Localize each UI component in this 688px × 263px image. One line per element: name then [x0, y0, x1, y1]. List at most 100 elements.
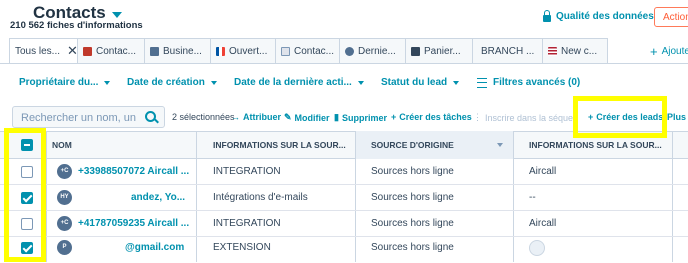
assign-label: Attribuer: [243, 112, 281, 122]
delete-button[interactable]: ▮ Supprimer: [334, 112, 387, 123]
tab-label: Dernie...: [358, 45, 396, 57]
origin-source-cell: Sources hors ligne: [371, 218, 454, 229]
contact-name-link[interactable]: andez, Yo...: [131, 192, 185, 203]
search-icon[interactable]: [145, 111, 156, 122]
edit-button[interactable]: ✎ Modifier: [284, 112, 330, 123]
origin-source-cell: Sources hors ligne: [371, 192, 454, 203]
create-tasks-button[interactable]: + Créer des tâches: [391, 112, 472, 122]
tab-view[interactable]: Busine...: [144, 38, 211, 64]
tab-label: BRANCH ...: [481, 45, 535, 57]
flag-fr-icon: [216, 46, 225, 56]
table-row[interactable]: [0, 237, 688, 263]
filter-lead-status[interactable]: Statut du lead: [381, 77, 460, 88]
chevron-down-icon: [210, 80, 217, 85]
enroll-sequence-label: Inscrire dans la séquence: [485, 112, 575, 123]
filter-label: Date de la dernière acti...: [234, 77, 352, 88]
advanced-filters-label: Filtres avancés (0): [493, 77, 581, 88]
envelope-icon: [281, 46, 290, 56]
empty-avatar-icon: [529, 240, 545, 256]
highlight-create-leads: [573, 96, 667, 138]
source-info-cell: INTEGRATION: [213, 166, 281, 177]
source-info-2-cell: Aircall: [529, 166, 557, 177]
source-info-2-cell: Aircall: [529, 218, 557, 229]
assign-button[interactable]: → Attribuer: [231, 112, 281, 122]
highlight-checkbox-column: [4, 128, 46, 262]
contact-name-link[interactable]: +33988507072 Aircall ...: [78, 166, 189, 177]
view-tabs: Tous les... ✕ Contac... Busine... Ouvert…: [9, 38, 608, 64]
tab-label: Contac...: [294, 45, 335, 57]
contact-name-link[interactable]: @gmail.com: [125, 242, 184, 253]
source-info-cell: Intégrations d'e-mails: [213, 192, 308, 203]
create-tasks-label: Créer des tâches: [399, 112, 472, 122]
filter-owner[interactable]: Propriétaire du...: [19, 77, 111, 88]
filter-sliders-icon: [477, 77, 487, 88]
contact-name-link[interactable]: +41787059235 Aircall ...: [78, 218, 189, 229]
briefcase-icon: [83, 46, 92, 56]
filter-label: Date de création: [127, 77, 205, 88]
selected-count: 2 sélectionnées: [172, 112, 235, 122]
tab-view[interactable]: Dernie...: [339, 38, 406, 64]
more-button[interactable]: Plus: [667, 112, 686, 122]
source-info-cell: INTEGRATION: [213, 218, 281, 229]
avatar: +C: [57, 164, 72, 179]
advanced-filters-button[interactable]: Filtres avancés (0): [477, 77, 580, 88]
trash-icon: ▮: [334, 112, 339, 122]
column-header-name[interactable]: NOM: [52, 131, 72, 159]
tab-all-contacts[interactable]: Tous les... ✕: [9, 38, 78, 64]
add-view-label: Ajoute: [661, 46, 688, 57]
chevron-down-icon[interactable]: [111, 11, 122, 18]
actions-button[interactable]: Action: [654, 7, 688, 27]
column-header-source-info[interactable]: INFORMATIONS SUR LA SOUR...: [213, 131, 346, 159]
chevron-down-icon: [104, 80, 111, 85]
tab-view[interactable]: New c...: [542, 38, 608, 64]
origin-source-cell: Sources hors ligne: [371, 166, 454, 177]
chevron-down-icon: [357, 80, 364, 85]
tab-view[interactable]: Contac...: [275, 38, 340, 64]
briefcase-icon: [150, 46, 159, 56]
enroll-sequence-button[interactable]: ⋮Inscrire dans la séquence: [473, 112, 575, 123]
origin-source-cell: Sources hors ligne: [371, 242, 454, 253]
record-count: 210 562 fiches d'informations: [10, 20, 143, 31]
source-info-2-cell: --: [529, 192, 536, 203]
separator-icon: ⋮: [473, 112, 482, 122]
delete-label: Supprimer: [341, 112, 387, 123]
avatar: P: [57, 240, 72, 255]
tab-view[interactable]: Panier...: [405, 38, 473, 64]
source-info-cell: EXTENSION: [213, 242, 271, 253]
more-label: Plus: [667, 112, 687, 122]
plus-icon: +: [650, 44, 658, 59]
tabs-divider: [0, 63, 688, 64]
filter-label: Propriétaire du...: [19, 77, 99, 88]
avatar: HY: [57, 190, 72, 205]
table-row[interactable]: [0, 185, 688, 211]
tab-view[interactable]: Contac...: [77, 38, 145, 64]
search-box: [12, 106, 165, 128]
cart-icon: [411, 46, 420, 56]
avatar: +C: [57, 216, 72, 231]
tab-label: Panier...: [424, 45, 461, 57]
tab-label: Busine...: [163, 45, 202, 57]
flag-us-icon: [548, 46, 557, 56]
lock-icon: [543, 9, 551, 22]
tab-label: New c...: [561, 45, 598, 57]
search-input[interactable]: [19, 109, 141, 127]
edit-label: Modifier: [294, 112, 330, 123]
arrow-right-icon: →: [231, 112, 240, 122]
filter-create-date[interactable]: Date de création: [127, 77, 217, 88]
tab-label: Tous les...: [15, 45, 61, 57]
data-quality-link[interactable]: Qualité des données: [543, 9, 654, 22]
chevron-down-icon: [453, 80, 460, 85]
column-header-origin-source-label: SOURCE D'ORIGINE: [371, 140, 454, 150]
speech-icon: [345, 46, 354, 56]
add-view-button[interactable]: + Ajoute: [650, 44, 688, 59]
sort-caret-icon: [497, 143, 503, 147]
pencil-icon: ✎: [284, 112, 292, 122]
tab-view[interactable]: Ouvert...: [210, 38, 276, 64]
tab-label: Ouvert...: [229, 45, 268, 57]
filter-label: Statut du lead: [381, 77, 448, 88]
data-quality-label: Qualité des données: [556, 11, 654, 22]
tab-label: Contac...: [96, 45, 137, 57]
tab-view[interactable]: BRANCH ...: [472, 38, 543, 64]
filter-last-activity[interactable]: Date de la dernière acti...: [234, 77, 364, 88]
plus-icon: +: [391, 112, 397, 122]
